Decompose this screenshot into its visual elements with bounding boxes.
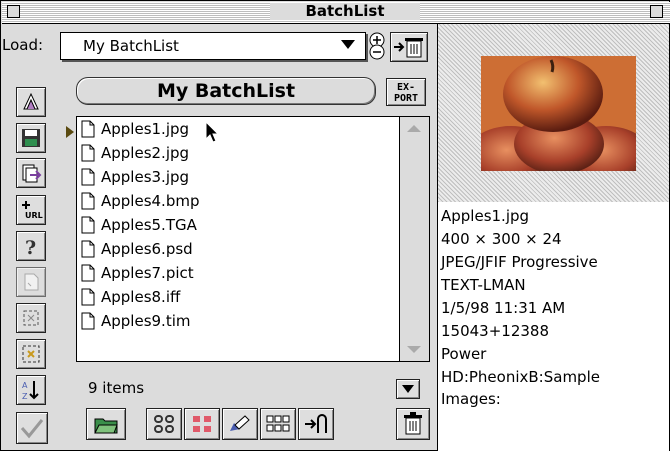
info-filename: Apples1.jpg (441, 207, 530, 225)
page-icon (24, 273, 39, 291)
export-label-2: PORT (393, 93, 419, 104)
list-item[interactable]: Apples3.jpg (81, 165, 189, 189)
list-item[interactable]: Apples5.TGA (81, 213, 197, 237)
thumbnails-button[interactable] (260, 408, 296, 440)
save-icon (22, 129, 40, 147)
batchlist-name-button[interactable]: My BatchList (76, 77, 376, 105)
open-folder-button[interactable] (86, 408, 126, 440)
delete-frame-button[interactable] (16, 339, 46, 369)
list-item[interactable]: Apples9.tim (81, 309, 191, 333)
trash-icon (394, 38, 423, 58)
chevron-down-icon (341, 40, 355, 49)
list-scrollbar[interactable] (400, 116, 430, 362)
list-item[interactable]: Apples8.iff (81, 285, 180, 309)
document-icon (81, 168, 95, 186)
list-item[interactable]: Apples4.bmp (81, 189, 199, 213)
add-file-icon (22, 164, 42, 183)
svg-text:URL: URL (25, 211, 43, 220)
document-icon (81, 288, 95, 306)
info-size: 15043+12388 (441, 322, 550, 340)
cursor-arrow-icon (205, 121, 219, 143)
info-owner: Power (441, 345, 487, 363)
trash-icon (404, 412, 422, 435)
export-button[interactable]: EX- PORT (386, 78, 426, 106)
delete-batchlist-button[interactable] (390, 32, 428, 62)
add-url-icon: URL (22, 201, 43, 220)
svg-text:Z: Z (22, 392, 28, 401)
add-file-button[interactable] (16, 158, 46, 188)
import-button[interactable] (298, 408, 334, 440)
help-button[interactable]: ? (16, 231, 46, 261)
svg-text:?: ? (25, 237, 36, 257)
plus-minus-icon[interactable] (367, 32, 387, 60)
list-item[interactable]: Apples7.pict (81, 261, 194, 285)
sort-button[interactable]: AZ (16, 375, 46, 405)
apples-photo (481, 56, 636, 171)
select-frame-icon (23, 310, 39, 326)
folder-open-icon (94, 418, 118, 434)
thumbnails-icon (266, 415, 290, 432)
add-url-button[interactable]: URL (16, 195, 46, 225)
export-label-1: EX- (396, 82, 416, 93)
document-icon (81, 144, 95, 162)
check-button[interactable] (16, 412, 48, 444)
load-select-value: My BatchList (83, 37, 179, 55)
delete-frame-icon (22, 345, 40, 363)
info-popup-button[interactable] (396, 379, 420, 399)
page-button[interactable] (16, 267, 46, 297)
grid-mark-button[interactable] (184, 408, 220, 440)
window-title: BatchList (270, 3, 420, 20)
document-icon (81, 192, 95, 210)
link-icon (154, 415, 174, 433)
trash-button[interactable] (396, 408, 430, 440)
info-folder: Images: (441, 390, 501, 408)
save-button[interactable] (16, 123, 46, 153)
select-frame-button[interactable] (16, 303, 46, 333)
scroll-up-arrow-icon[interactable] (406, 123, 422, 133)
grid-red-icon (193, 416, 211, 432)
link-button[interactable] (146, 408, 182, 440)
document-icon (81, 120, 95, 138)
open-icon (23, 92, 39, 110)
document-icon (81, 240, 95, 258)
load-select[interactable]: My BatchList (60, 32, 366, 60)
document-icon (81, 264, 95, 282)
info-type: TEXT-LMAN (441, 276, 526, 294)
item-count: 9 items (88, 379, 145, 397)
edit-button[interactable] (222, 408, 258, 440)
sort-az-icon: AZ (22, 381, 39, 401)
document-icon (81, 312, 95, 330)
list-item[interactable]: Apples1.jpg (81, 117, 189, 141)
load-label: Load: (2, 36, 44, 54)
image-preview (438, 24, 669, 202)
chevron-down-icon (402, 385, 414, 393)
help-icon: ? (25, 237, 36, 257)
list-item[interactable]: Apples2.jpg (81, 141, 189, 165)
current-item-marker (66, 126, 74, 138)
document-icon (81, 216, 95, 234)
edit-icon (230, 415, 250, 431)
checkmark-icon (20, 419, 44, 439)
info-date: 1/5/98 11:31 AM (441, 299, 566, 317)
scroll-down-arrow-icon[interactable] (406, 345, 422, 355)
svg-text:A: A (22, 381, 28, 390)
close-box[interactable] (7, 5, 20, 18)
list-item[interactable]: Apples6.psd (81, 237, 193, 261)
file-list[interactable]: Apples1.jpg Apples2.jpg Apples3.jpg Appl… (76, 116, 400, 362)
info-dimensions: 400 × 300 × 24 (441, 230, 562, 248)
info-format: JPEG/JFIF Progressive (441, 253, 598, 271)
info-path: HD:PheonixB:Sample (441, 368, 600, 386)
open-button[interactable] (16, 87, 46, 117)
zoom-box[interactable] (650, 5, 663, 18)
import-icon (305, 414, 327, 433)
